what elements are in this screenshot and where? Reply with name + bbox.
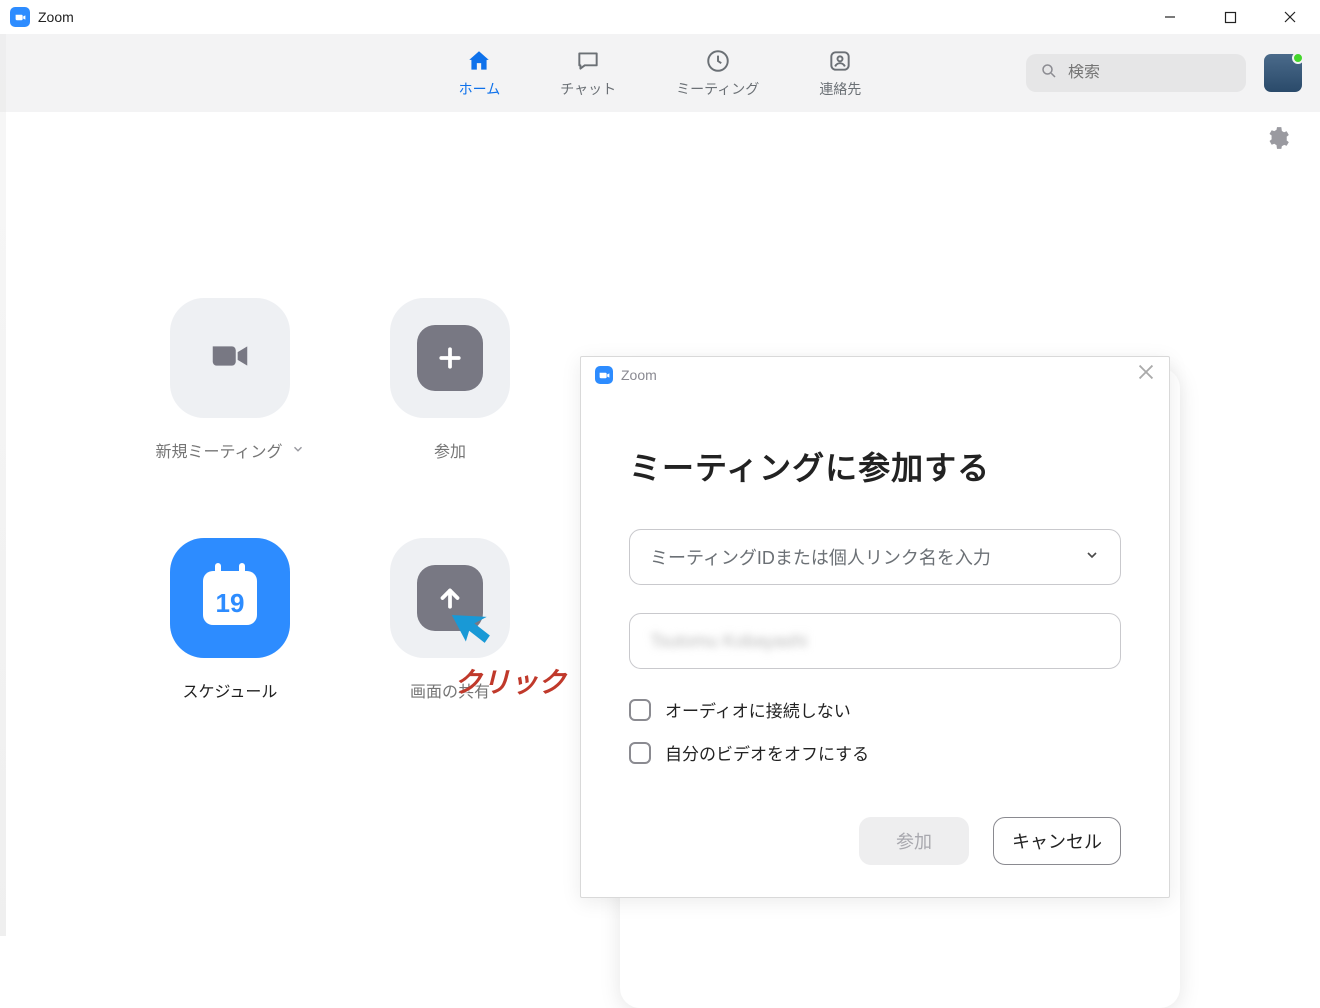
tab-contacts[interactable]: 連絡先 <box>819 47 861 99</box>
maximize-button[interactable] <box>1200 0 1260 34</box>
action-tiles: 新規ミーティング 参加 19 スケジュール <box>120 298 560 778</box>
checkbox-icon <box>629 699 651 721</box>
tab-label: チャット <box>560 79 616 99</box>
meeting-id-placeholder: ミーティングIDまたは個人リンク名を入力 <box>650 544 991 570</box>
chevron-down-icon[interactable] <box>1084 547 1100 568</box>
window-controls <box>1140 0 1320 34</box>
main-area: 新規ミーティング 参加 19 スケジュール <box>0 168 1320 936</box>
gear-icon[interactable] <box>1264 125 1290 156</box>
schedule-label: スケジュール <box>183 678 278 702</box>
dialog-window-title: Zoom <box>621 367 657 383</box>
join-dialog: Zoom ミーティングに参加する ミーティングIDまたは個人リンク名を入力 Ts… <box>580 356 1170 898</box>
dialog-checkboxes: オーディオに接続しない 自分のビデオをオフにする <box>629 697 1121 765</box>
schedule-button[interactable]: 19 <box>170 538 290 658</box>
dialog-join-button[interactable]: 参加 <box>859 817 969 865</box>
checkbox-video-off[interactable]: 自分のビデオをオフにする <box>629 740 1121 765</box>
tab-home[interactable]: ホーム <box>459 47 501 99</box>
tab-label: ホーム <box>459 79 501 99</box>
avatar[interactable] <box>1264 54 1302 92</box>
checkbox-label: 自分のビデオをオフにする <box>665 740 869 765</box>
presence-dot-icon <box>1292 52 1304 64</box>
zoom-logo-icon <box>595 366 613 384</box>
dialog-heading: ミーティングに参加する <box>629 443 1121 489</box>
left-window-edge <box>0 34 6 936</box>
tab-label: ミーティング <box>676 79 759 99</box>
chevron-down-icon[interactable] <box>291 442 305 459</box>
tab-label: 連絡先 <box>819 79 861 99</box>
chat-icon <box>575 47 601 75</box>
titlebar: Zoom <box>0 0 1320 34</box>
join-label: 参加 <box>434 438 466 462</box>
settings-row <box>0 112 1320 168</box>
tile-schedule: 19 スケジュール <box>120 538 340 778</box>
video-icon <box>207 333 253 384</box>
join-button[interactable] <box>390 298 510 418</box>
calendar-day: 19 <box>216 588 245 619</box>
tab-meetings[interactable]: ミーティング <box>676 47 759 99</box>
new-meeting-button[interactable] <box>170 298 290 418</box>
dialog-body: ミーティングに参加する ミーティングIDまたは個人リンク名を入力 Tsutomu… <box>581 393 1169 865</box>
calendar-icon: 19 <box>203 571 257 625</box>
zoom-logo-icon <box>10 7 30 27</box>
search-input[interactable] <box>1068 64 1232 82</box>
tile-share-screen: 画面の共有 <box>340 538 560 778</box>
share-screen-label: 画面の共有 <box>410 678 490 702</box>
new-meeting-label: 新規ミーティング <box>155 438 282 462</box>
navbar: ホーム チャット ミーティング 連絡先 <box>0 34 1320 112</box>
clock-icon <box>705 47 731 75</box>
share-screen-button[interactable] <box>390 538 510 658</box>
checkbox-no-audio[interactable]: オーディオに接続しない <box>629 697 1121 722</box>
nav-right <box>1026 54 1302 92</box>
search-icon <box>1040 62 1058 85</box>
name-field[interactable]: Tsutomu Kobayashi <box>629 613 1121 669</box>
dialog-header: Zoom <box>581 357 1169 393</box>
meeting-id-field[interactable]: ミーティングIDまたは個人リンク名を入力 <box>629 529 1121 585</box>
search-box[interactable] <box>1026 54 1246 92</box>
checkbox-label: オーディオに接続しない <box>665 697 851 722</box>
minimize-button[interactable] <box>1140 0 1200 34</box>
name-value: Tsutomu Kobayashi <box>650 631 807 652</box>
plus-icon <box>417 325 483 391</box>
tile-new-meeting: 新規ミーティング <box>120 298 340 538</box>
contacts-icon <box>827 47 853 75</box>
dialog-close-button[interactable] <box>1137 363 1155 387</box>
titlebar-left: Zoom <box>10 7 74 27</box>
dialog-cancel-button[interactable]: キャンセル <box>993 817 1121 865</box>
close-button[interactable] <box>1260 0 1320 34</box>
tile-join: 参加 <box>340 298 560 538</box>
titlebar-title: Zoom <box>38 9 74 25</box>
home-icon <box>466 47 492 75</box>
checkbox-icon <box>629 742 651 764</box>
tab-chat[interactable]: チャット <box>560 47 616 99</box>
dialog-buttons: 参加 キャンセル <box>629 817 1121 865</box>
nav-tabs: ホーム チャット ミーティング 連絡先 <box>459 47 862 99</box>
arrow-up-icon <box>417 565 483 631</box>
